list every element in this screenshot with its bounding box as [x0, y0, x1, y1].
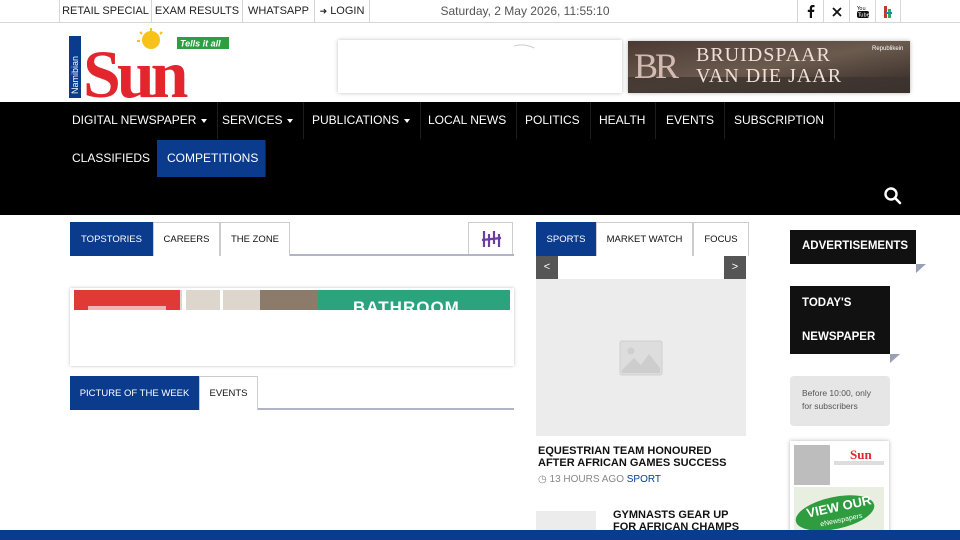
todays-newspaper-thumbnail[interactable]: Sun VIEW OUR eNewspapers	[790, 441, 889, 540]
tab-the-zone[interactable]: THE ZONE	[220, 222, 290, 256]
advert-banner-1[interactable]	[338, 40, 622, 93]
fold-decoration	[890, 354, 900, 363]
nav-label: PUBLICATIONS	[312, 113, 400, 127]
tab-events[interactable]: EVENTS	[199, 376, 258, 410]
nav-services[interactable]: SERVICES	[212, 102, 305, 139]
nav-label: DIGITAL NEWSPAPER	[72, 113, 197, 127]
svg-text:Namibian: Namibian	[70, 56, 80, 94]
footer-bar	[0, 530, 960, 540]
tab-market-watch[interactable]: MARKET WATCH	[596, 222, 693, 256]
top-bar: RETAIL SPECIAL EXAM RESULTS WHATSAPP ➜ L…	[0, 0, 960, 23]
sports-tabs: SPORTS MARKET WATCH FOCUS	[536, 222, 749, 256]
zone-logo-icon[interactable]	[468, 222, 513, 254]
fold-decoration	[916, 264, 926, 273]
article-category[interactable]: SPORT	[627, 474, 661, 485]
retail-special-link[interactable]: RETAIL SPECIAL	[59, 0, 151, 23]
article-image-placeholder[interactable]	[536, 279, 746, 436]
svg-text:Sun: Sun	[83, 36, 188, 100]
nav-events[interactable]: EVENTS	[656, 102, 726, 139]
heading-line-2: NEWSPAPER	[802, 331, 876, 343]
topstories-tabs: TOPSTORIES CAREERS THE ZONE	[70, 222, 514, 256]
slider-next-button[interactable]: >	[724, 256, 746, 279]
flag-icon[interactable]	[875, 0, 901, 23]
current-datetime: Saturday, 2 May 2026, 11:55:10	[440, 4, 610, 18]
chevron-down-icon	[404, 118, 411, 123]
tab-topstories[interactable]: TOPSTORIES	[70, 222, 153, 256]
login-link[interactable]: ➜ LOGIN	[314, 0, 370, 23]
site-logo[interactable]: Namibian Tells it all Sun	[69, 28, 233, 112]
tab-sports[interactable]: SPORTS	[536, 222, 596, 256]
heading-line-1: TODAY'S	[802, 297, 852, 309]
advert-banner-bruidspaar[interactable]: BR BRUIDSPAAR VAN DIE JAAR Republikein	[628, 41, 910, 93]
ad-line-2: VAN DIE JAAR	[696, 65, 843, 87]
svg-text:Sun: Sun	[850, 447, 872, 462]
x-icon[interactable]	[823, 0, 849, 23]
subscriber-notice: Before 10:00, only for subscribers	[790, 376, 890, 426]
slider-prev-button[interactable]: <	[536, 256, 558, 279]
nav-health[interactable]: HEALTH	[589, 102, 657, 139]
advertisements-heading: ADVERTISEMENTS	[790, 230, 926, 273]
ad-line-1: BRUIDSPAAR	[696, 44, 831, 66]
picture-tabs: PICTURE OF THE WEEK EVENTS	[70, 376, 514, 410]
article-meta: ◷ 13 HOURS AGO SPORT	[538, 474, 661, 485]
nav-digital-newspaper[interactable]: DIGITAL NEWSPAPER	[62, 102, 219, 139]
article-time: 13 HOURS AGO	[549, 474, 624, 485]
nav-local-news[interactable]: LOCAL NEWS	[418, 102, 518, 139]
nav-politics[interactable]: POLITICS	[515, 102, 591, 139]
chevron-down-icon	[201, 118, 208, 123]
login-icon: ➜	[319, 6, 328, 16]
tab-focus[interactable]: FOCUS	[693, 222, 749, 256]
heading-label: ADVERTISEMENTS	[802, 240, 909, 252]
image-placeholder-icon	[619, 340, 663, 375]
ad-brand: Republikein	[872, 46, 904, 52]
search-icon[interactable]	[883, 186, 903, 206]
chevron-down-icon	[287, 118, 294, 123]
exam-results-link[interactable]: EXAM RESULTS	[151, 0, 242, 23]
clock-icon: ◷	[538, 474, 547, 485]
svg-text:Tube: Tube	[857, 13, 869, 19]
ad-mark: BR	[634, 46, 679, 86]
main-navigation: DIGITAL NEWSPAPER SERVICES PUBLICATIONS …	[0, 102, 960, 215]
nav-subscription[interactable]: SUBSCRIPTION	[724, 102, 836, 139]
login-label: LOGIN	[330, 5, 365, 17]
todays-newspaper-heading: TODAY'S NEWSPAPER	[790, 286, 900, 363]
bathroom-advert[interactable]: BATHROOM	[70, 288, 514, 366]
nav-classifieds[interactable]: CLASSIFIEDS	[62, 140, 162, 177]
nav-competitions[interactable]: COMPETITIONS	[157, 140, 266, 177]
tab-picture-of-the-week[interactable]: PICTURE OF THE WEEK	[70, 376, 199, 410]
youtube-icon[interactable]: You Tube	[849, 0, 875, 23]
nav-publications[interactable]: PUBLICATIONS	[302, 102, 422, 139]
facebook-icon[interactable]	[797, 0, 823, 23]
svg-text:Tells it all: Tells it all	[180, 39, 221, 49]
banner-text: BATHROOM	[353, 298, 460, 310]
nav-label: SERVICES	[222, 113, 283, 127]
article-headline[interactable]: EQUESTRIAN TEAM HONOURED AFTER AFRICAN G…	[538, 445, 748, 469]
whatsapp-link[interactable]: WHATSAPP	[242, 0, 314, 23]
tab-careers[interactable]: CAREERS	[153, 222, 220, 256]
